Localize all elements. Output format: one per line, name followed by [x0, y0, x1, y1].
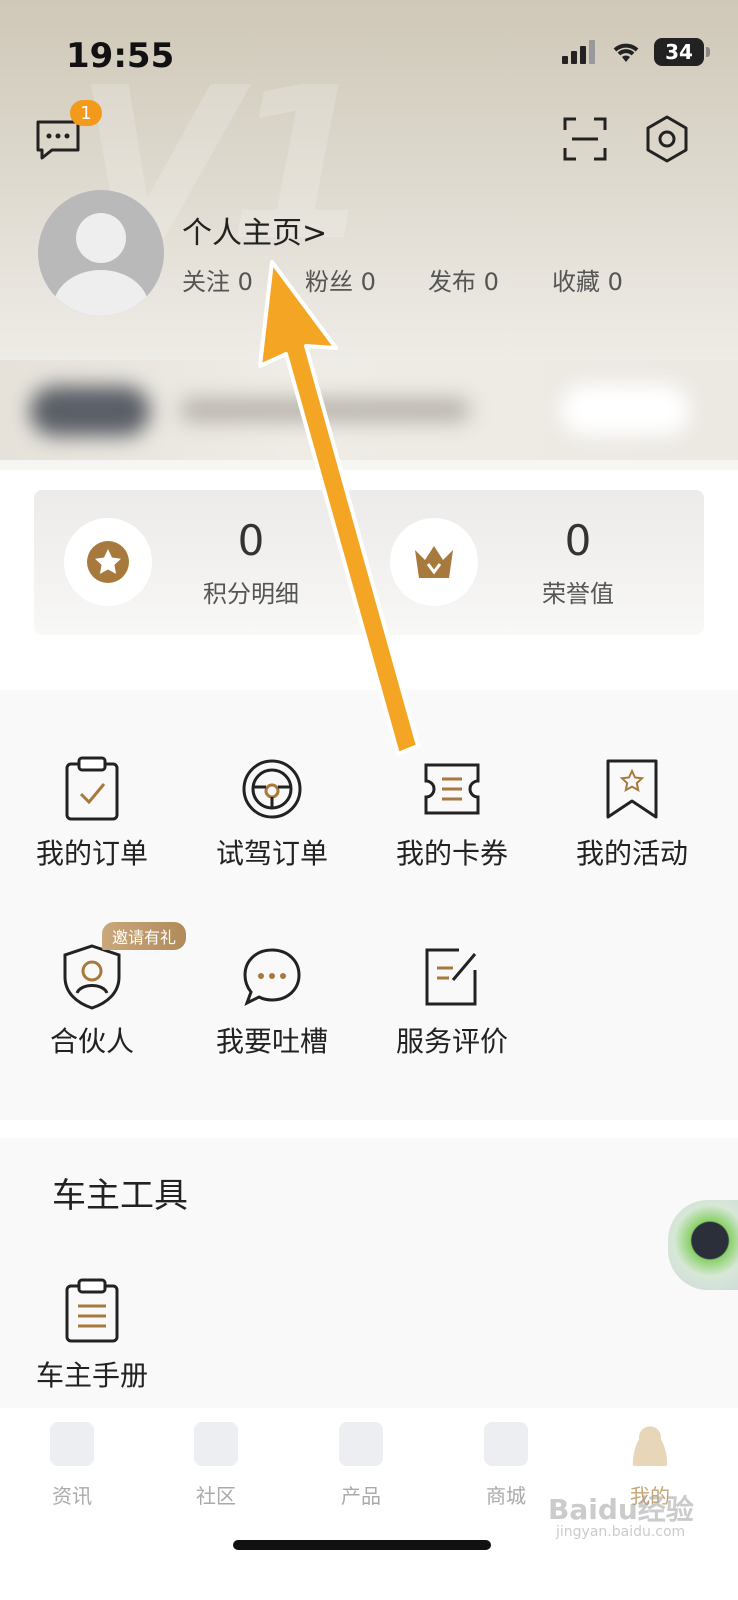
- honor-label[interactable]: 荣誉值: [498, 574, 658, 609]
- scan-icon: [563, 117, 607, 161]
- profile-link[interactable]: 个人主页>: [182, 208, 327, 252]
- shield-partner-icon: [63, 944, 121, 1010]
- status-time: 19:55: [66, 36, 175, 76]
- chat-bubble-icon: [243, 948, 301, 1007]
- bookmark-star-icon: [606, 759, 658, 819]
- honor-icon-wrap[interactable]: [390, 518, 478, 606]
- profile-icon: [628, 1422, 672, 1466]
- vehicle-banner-blurred[interactable]: [0, 360, 738, 460]
- tab-label: 产品: [341, 1484, 381, 1508]
- product-icon: [339, 1422, 383, 1466]
- points-value: 0: [237, 516, 265, 565]
- settings-button[interactable]: [644, 114, 690, 164]
- points-icon-wrap[interactable]: [64, 518, 152, 606]
- menu-my-orders[interactable]: 我的订单: [2, 754, 182, 872]
- tab-community[interactable]: 社区: [166, 1422, 266, 1509]
- tab-mall[interactable]: 商城: [456, 1422, 556, 1509]
- tab-label: 资讯: [52, 1484, 92, 1508]
- edit-note-icon: [425, 948, 477, 1006]
- tab-label: 商城: [486, 1484, 526, 1508]
- stat-posts[interactable]: 发布 0: [428, 262, 499, 297]
- stat-fans[interactable]: 粉丝 0: [305, 262, 376, 297]
- stat-value: 0: [483, 268, 499, 296]
- tool-owner-manual[interactable]: 车主手册: [2, 1276, 182, 1394]
- baidu-watermark: Baidu经验: [548, 1493, 694, 1526]
- wifi-icon: [613, 43, 639, 62]
- scan-button[interactable]: [562, 116, 608, 162]
- menu-service-review[interactable]: 服务评价: [362, 942, 542, 1060]
- stat-value: 0: [237, 268, 253, 296]
- settings-hexagon-icon: [646, 115, 688, 163]
- menu-label: 我的订单: [35, 837, 148, 870]
- crown-icon: [415, 546, 453, 578]
- section-title: 车主工具: [52, 1176, 188, 1216]
- stat-label: 粉丝: [305, 268, 353, 296]
- ticket-icon: [424, 763, 480, 815]
- star-medal-icon: [87, 541, 129, 583]
- tab-products[interactable]: 产品: [311, 1422, 411, 1509]
- points-label[interactable]: 积分明细: [171, 574, 331, 609]
- clipboard-check-icon: [65, 756, 119, 821]
- message-count-badge: 1: [70, 100, 102, 126]
- menu-label: 我的活动: [575, 837, 688, 870]
- avatar[interactable]: [38, 190, 164, 316]
- menu-partner[interactable]: 合伙人: [2, 942, 182, 1060]
- mall-icon: [484, 1422, 528, 1466]
- menu-my-activities[interactable]: 我的活动: [542, 754, 722, 872]
- honor-value: 0: [564, 516, 592, 565]
- floating-assistant-button[interactable]: [668, 1200, 738, 1290]
- tab-news[interactable]: 资讯: [22, 1422, 122, 1509]
- stat-label: 关注: [182, 268, 230, 296]
- manual-icon: [65, 1278, 119, 1343]
- stat-label: 发布: [428, 268, 476, 296]
- menu-label: 我要吐槽: [215, 1025, 328, 1058]
- stat-following[interactable]: 关注 0: [182, 262, 253, 297]
- stat-value: 0: [607, 268, 623, 296]
- menu-label: 试驾订单: [215, 837, 328, 870]
- community-icon: [194, 1422, 238, 1466]
- baidu-watermark-url: jingyan.baidu.com: [556, 1524, 686, 1540]
- home-indicator: [233, 1540, 491, 1550]
- points-card: 0 积分明细 0 荣誉值: [34, 490, 704, 635]
- menu-label: 服务评价: [395, 1025, 508, 1058]
- menu-label: 合伙人: [49, 1025, 134, 1058]
- default-avatar-icon: [53, 213, 149, 316]
- tab-label: 社区: [196, 1484, 236, 1508]
- stat-favorites[interactable]: 收藏 0: [552, 262, 623, 297]
- menu-my-coupons[interactable]: 我的卡券: [362, 754, 542, 872]
- status-icons: 34: [562, 38, 710, 66]
- menu-label: 我的卡券: [395, 837, 508, 870]
- cellular-signal-icon: [562, 40, 595, 64]
- menu-feedback[interactable]: 我要吐槽: [182, 942, 362, 1060]
- battery-icon: 34: [654, 38, 710, 66]
- menu-label: 车主手册: [35, 1359, 148, 1392]
- invite-gift-badge: 邀请有礼: [102, 922, 187, 950]
- news-icon: [50, 1422, 94, 1466]
- menu-test-drive-orders[interactable]: 试驾订单: [182, 754, 362, 872]
- stat-label: 收藏: [552, 268, 600, 296]
- stat-value: 0: [360, 268, 376, 296]
- steering-wheel-icon: [242, 759, 302, 819]
